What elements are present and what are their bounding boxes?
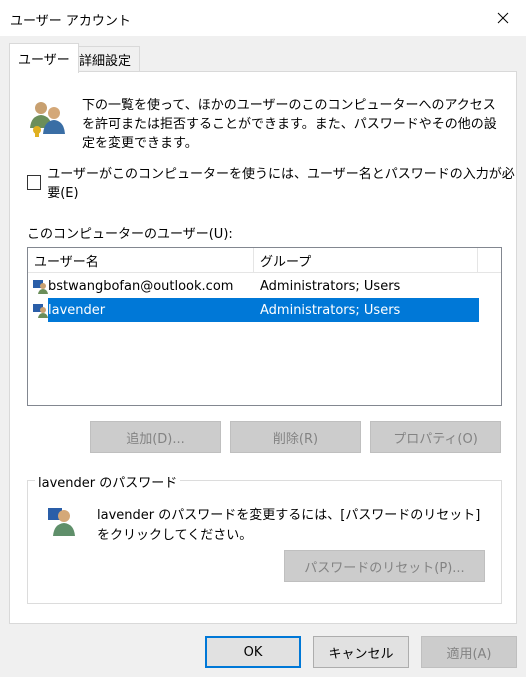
user-icon xyxy=(33,280,48,294)
close-icon xyxy=(497,12,509,24)
require-login-checkbox[interactable] xyxy=(27,174,42,190)
user-password-icon xyxy=(48,508,75,536)
user-row[interactable]: bstwangbofan@outlook.com Administrators;… xyxy=(28,274,479,298)
users-list[interactable]: ユーザー名 グループ bstwangbofan@outlook.com Admi… xyxy=(27,247,502,406)
window-title: ユーザー アカウント xyxy=(10,14,131,29)
users-tab-panel: 下の一覧を使って、ほかのユーザーのこのコンピューターへのアクセスを許可または拒否… xyxy=(9,71,517,624)
require-login-label: ユーザーがこのコンピューターを使うには、ユーザー名とパスワードの入力が必要(E) xyxy=(47,167,515,201)
tab-users-label: ユーザー xyxy=(18,53,70,68)
ok-button[interactable]: OK xyxy=(205,636,301,668)
tab-users[interactable]: ユーザー xyxy=(9,43,79,73)
user-name: lavender xyxy=(48,302,106,318)
user-group: Administrators; Users xyxy=(260,302,401,318)
tab-advanced-label: 詳細設定 xyxy=(79,53,132,69)
password-description: lavender のパスワードを変更するには、[パスワードのリセット] をクリッ… xyxy=(97,508,481,543)
user-group: Administrators; Users xyxy=(260,278,401,294)
column-header-username[interactable]: ユーザー名 xyxy=(28,248,254,273)
user-icon xyxy=(33,304,48,318)
cancel-button[interactable]: キャンセル xyxy=(313,636,409,668)
user-row-selected[interactable]: lavender Administrators; Users xyxy=(28,298,479,322)
close-button[interactable] xyxy=(480,0,526,36)
tab-advanced[interactable]: 詳細設定 xyxy=(70,46,141,71)
apply-button[interactable]: 適用(A) xyxy=(421,636,517,668)
user-name: bstwangbofan@outlook.com xyxy=(48,278,234,294)
users-list-header: ユーザー名 グループ xyxy=(28,248,501,273)
users-list-label: このコンピューターのユーザー(U): xyxy=(27,227,233,242)
properties-button[interactable]: プロパティ(O) xyxy=(370,421,501,453)
users-icon xyxy=(30,102,65,137)
users-description: 下の一覧を使って、ほかのユーザーのこのコンピューターへのアクセスを許可または拒否… xyxy=(82,98,497,151)
reset-password-button[interactable]: パスワードのリセット(P)... xyxy=(284,550,485,582)
remove-user-button[interactable]: 削除(R) xyxy=(230,421,361,453)
require-login-row[interactable]: ユーザーがこのコンピューターを使うには、ユーザー名とパスワードの入力が必要(E) xyxy=(27,163,516,201)
column-header-group[interactable]: グループ xyxy=(254,248,478,273)
title-bar: ユーザー アカウント xyxy=(0,0,526,36)
password-group-title: lavender のパスワード xyxy=(35,472,181,491)
add-user-button[interactable]: 追加(D)... xyxy=(90,421,221,453)
